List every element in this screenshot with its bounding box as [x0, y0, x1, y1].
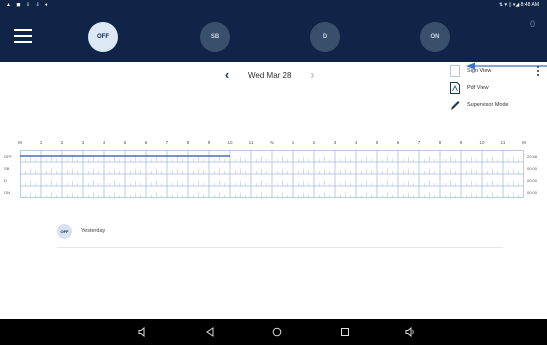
notification-count: 0 [529, 19, 535, 29]
status-bar: ▲ ◼ ⇩ ⇩ ♦ ⇅ ♥ ▯ ▾◢ 8:48 AM [0, 0, 547, 12]
app-bar: OFF SB D ON 0 [0, 12, 547, 62]
annotation-arrow-icon [466, 62, 547, 70]
home-icon[interactable] [270, 325, 284, 339]
hour-tick-label: 10 [227, 140, 233, 145]
menu-item-pdf-view[interactable]: Pdf View [450, 79, 540, 96]
previous-day-chevron-icon[interactable]: ‹ [220, 68, 234, 82]
hour-tick-label: 6 [396, 140, 400, 145]
log-row-total: 20:48 [527, 154, 538, 159]
log-row-total: 00:00 [527, 190, 538, 195]
hour-tick-label: 9 [459, 140, 463, 145]
duty-log-grid [20, 150, 524, 198]
duty-status-badge: OFF [57, 224, 72, 239]
hour-tick-label: 11 [500, 140, 506, 145]
hour-tick-label: 2 [60, 140, 64, 145]
list-item-yesterday[interactable]: OFF Yesterday [57, 224, 503, 248]
duty-status-sb-button[interactable]: SB [200, 22, 230, 52]
log-row-label: OFF [4, 154, 12, 159]
menu-item-label: Pdf View [467, 84, 489, 91]
menu-item-label: Supervisor Mode [467, 101, 509, 108]
hour-tick-label: 9 [207, 140, 211, 145]
hour-tick-label: 5 [123, 140, 127, 145]
hour-tick-label: 7 [165, 140, 169, 145]
log-row-label: D [4, 178, 7, 183]
hour-tick-label: M [18, 140, 22, 145]
system-nav-bar [0, 319, 547, 345]
signature-icon [450, 64, 460, 77]
hour-tick-label: 5 [375, 140, 379, 145]
hour-tick-label: 6 [144, 140, 148, 145]
log-hour-labels: M 1 2 3 4 5 6 7 8 9 10 11 N 1 2 3 4 5 6 7 8 9 10 11 M [0, 140, 547, 148]
next-day-chevron-icon[interactable]: › [305, 68, 319, 82]
hour-tick-label: 11 [248, 140, 254, 145]
volume-up-icon[interactable] [403, 325, 417, 339]
pdf-icon [450, 81, 460, 94]
duty-status-d-button[interactable]: D [310, 22, 340, 52]
duty-status-off-button[interactable]: OFF [88, 22, 118, 52]
current-date: Wed Mar 28 [248, 70, 292, 80]
hour-tick-label: 1 [291, 140, 295, 145]
status-bar-right-info: ⇅ ♥ ▯ ▾◢ 8:48 AM [498, 2, 539, 8]
log-row-label: SB [4, 166, 10, 171]
hour-tick-label: 3 [81, 140, 85, 145]
hour-tick-label: M [522, 140, 526, 145]
hour-tick-label: 8 [438, 140, 442, 145]
hour-tick-label: 1 [39, 140, 43, 145]
hour-tick-label: 4 [102, 140, 106, 145]
log-row-total: 00:00 [527, 166, 538, 171]
recents-icon[interactable] [338, 325, 352, 339]
log-row-label: ON [4, 190, 10, 195]
date-navigator: ‹ Wed Mar 28 › [220, 68, 319, 82]
hour-tick-label: 2 [312, 140, 316, 145]
back-icon[interactable] [203, 325, 217, 339]
hour-tick-label: 8 [186, 140, 190, 145]
menu-icon[interactable] [14, 29, 32, 43]
log-row-total: 00:00 [527, 178, 538, 183]
duty-status-on-button[interactable]: ON [420, 22, 450, 52]
menu-item-supervisor-mode[interactable]: Supervisor Mode [450, 96, 540, 113]
hour-tick-label: 7 [417, 140, 421, 145]
hour-tick-label: 3 [333, 140, 337, 145]
hour-tick-label: 4 [354, 140, 358, 145]
volume-down-icon[interactable] [136, 325, 150, 339]
pencil-icon [450, 99, 460, 111]
hour-tick-label: 10 [479, 140, 485, 145]
list-item-label: Yesterday [81, 228, 106, 234]
hour-tick-label: N [270, 140, 274, 145]
status-bar-left-icons: ▲ ◼ ⇩ ⇩ ♦ [6, 2, 50, 8]
